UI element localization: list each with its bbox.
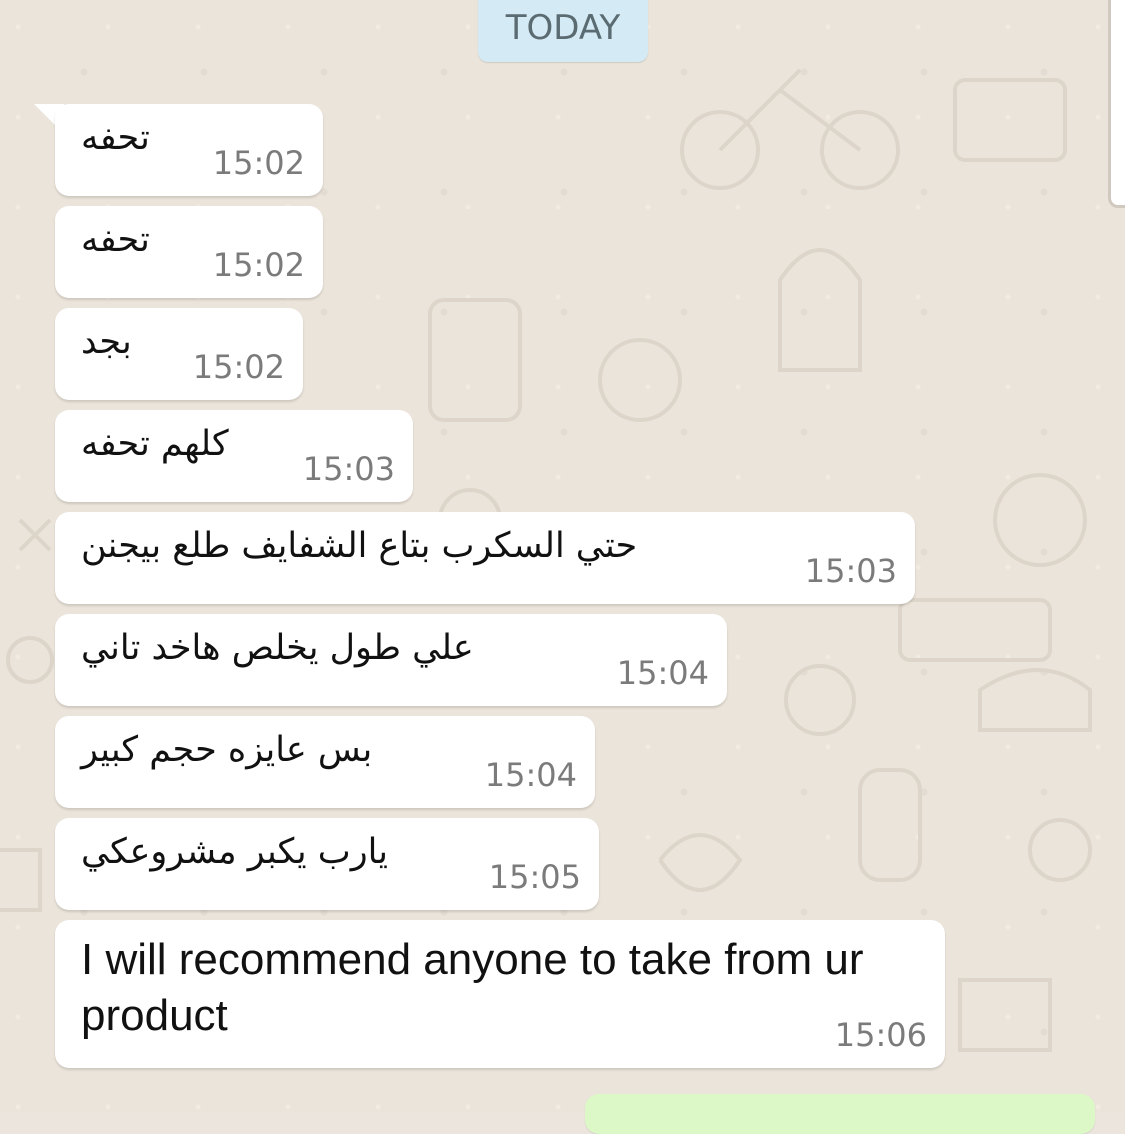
message-text: I will recommend anyone to take from ur … — [81, 935, 864, 1040]
message-bubble[interactable]: I will recommend anyone to take from ur … — [55, 920, 945, 1068]
message-text: علي طول يخلص هاخد تاني — [81, 628, 474, 668]
scrollbar[interactable] — [1108, 0, 1125, 208]
date-divider: TODAY — [478, 0, 648, 62]
message-text: تحفه — [81, 118, 150, 158]
message-time: 15:04 — [484, 756, 577, 794]
message-time: 15:02 — [192, 348, 285, 386]
message-bubble[interactable]: بس عايزه حجم كبير 15:04 — [55, 716, 595, 808]
message-text: كلهم تحفه — [81, 424, 229, 464]
message-time: 15:03 — [302, 450, 395, 488]
message-text: تحفه — [81, 220, 150, 260]
message-time: 15:05 — [488, 858, 581, 896]
message-time: 15:06 — [834, 1016, 927, 1054]
message-text: بس عايزه حجم كبير — [81, 730, 373, 770]
message-bubble[interactable]: تحفه 15:02 — [55, 104, 323, 196]
outgoing-message-bubble[interactable] — [585, 1094, 1095, 1134]
message-bubble[interactable]: يارب يكبر مشروعكي 15:05 — [55, 818, 599, 910]
message-text: حتي السكرب بتاع الشفايف طلع بيجنن — [81, 526, 638, 566]
message-bubble[interactable]: حتي السكرب بتاع الشفايف طلع بيجنن 15:03 — [55, 512, 915, 604]
message-bubble[interactable]: تحفه 15:02 — [55, 206, 323, 298]
message-bubble[interactable]: كلهم تحفه 15:03 — [55, 410, 413, 502]
message-text: بجد — [81, 322, 132, 362]
message-text: يارب يكبر مشروعكي — [81, 832, 389, 872]
message-time: 15:02 — [212, 144, 305, 182]
message-time: 15:04 — [616, 654, 709, 692]
message-time: 15:02 — [212, 246, 305, 284]
message-time: 15:03 — [804, 552, 897, 590]
message-bubble[interactable]: علي طول يخلص هاخد تاني 15:04 — [55, 614, 727, 706]
message-bubble[interactable]: بجد 15:02 — [55, 308, 303, 400]
